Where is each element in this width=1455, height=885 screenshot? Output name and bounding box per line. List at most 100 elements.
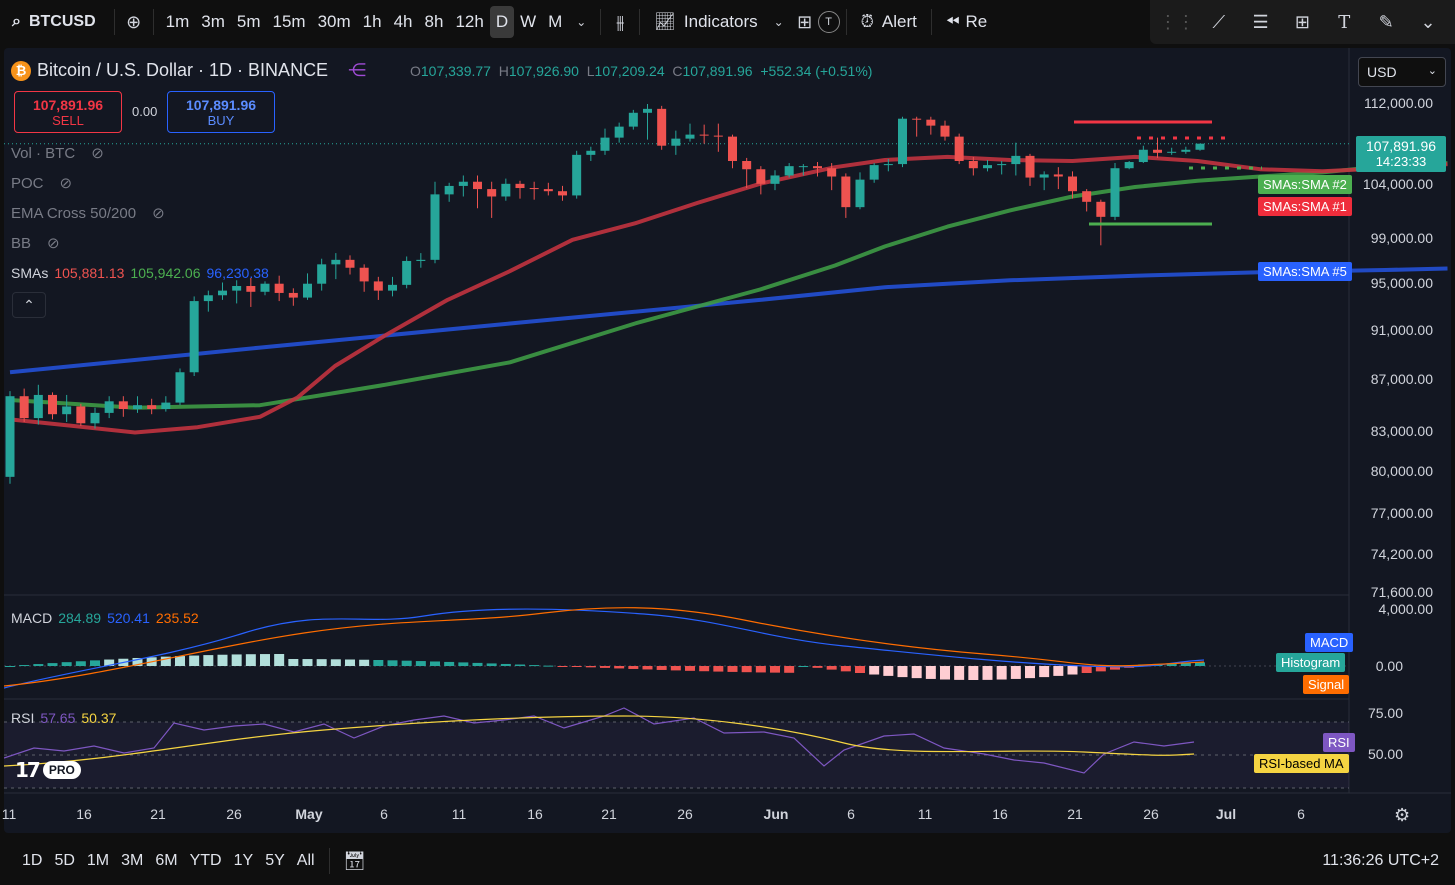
tradingview-logo[interactable]: 17 PRO <box>15 758 81 782</box>
settings-gear-icon[interactable]: ⚙ <box>1394 805 1410 826</box>
candle-body <box>558 191 567 196</box>
legend-smas[interactable]: SMAs 105,881.13 105,942.06 96,230.38 <box>11 265 269 281</box>
interval-5m[interactable]: 5m <box>231 6 267 38</box>
drag-handle-icon[interactable]: ⋮⋮ <box>1159 9 1195 35</box>
chevron-down-icon[interactable]: ⌄ <box>766 9 792 35</box>
interval-D[interactable]: D <box>489 6 515 38</box>
sma1-value: 105,881.13 <box>54 265 125 281</box>
legend-vol[interactable]: Vol · BTC ⊘ <box>11 144 104 163</box>
candle-body <box>997 164 1007 166</box>
chart-title[interactable]: Bitcoin / U.S. Dollar · 1D · BINANCE <box>37 60 328 81</box>
calendar-range-icon[interactable]: 📅︎ <box>342 848 368 874</box>
macd-hist-value: 284.89 <box>58 610 102 626</box>
candle-body <box>388 284 397 291</box>
indicators-button[interactable]: 📈︎ Indicators <box>646 6 765 38</box>
alert-button[interactable]: ⏰︎ Alert <box>853 6 925 38</box>
eye-off-icon[interactable]: ⊘ <box>47 234 60 252</box>
candle-body <box>1096 201 1106 217</box>
signal-tag: Signal <box>1303 675 1350 694</box>
interval-W[interactable]: W <box>514 6 542 38</box>
macd-hist-bar <box>387 660 398 666</box>
templates-button[interactable]: T <box>817 11 840 33</box>
time-axis-label: 6 <box>380 806 388 822</box>
time-axis-label: Jul <box>1215 806 1237 822</box>
legend-ema[interactable]: EMA Cross 50/200 ⊘ <box>11 204 165 223</box>
text-tool-icon[interactable]: T <box>1331 9 1357 35</box>
trend-lines-icon[interactable]: ⟋ <box>1206 9 1232 35</box>
legend-macd[interactable]: MACD 284.89 520.41 235.52 <box>11 610 199 626</box>
currency-select[interactable]: USD ⌄ <box>1358 57 1446 87</box>
macd-hist-bar <box>500 663 511 666</box>
divider <box>113 9 115 35</box>
layouts-icon[interactable]: ⊞ <box>792 9 818 35</box>
range-6m[interactable]: 6M <box>149 852 183 870</box>
collapse-legend-button[interactable]: ⌃ <box>12 292 46 318</box>
divider <box>328 848 330 874</box>
eye-off-icon[interactable]: ⊘ <box>91 144 104 162</box>
more-tools-icon[interactable]: ⌄ <box>1415 9 1441 35</box>
macd-hist-bar <box>1010 666 1021 679</box>
sma5-line <box>9 266 1448 375</box>
range-1m[interactable]: 1M <box>81 852 115 870</box>
interval-1h[interactable]: 1h <box>357 6 388 38</box>
brush-icon[interactable]: ✎ <box>1373 9 1399 35</box>
eye-off-icon[interactable]: ⊘ <box>152 204 165 222</box>
replay-button[interactable]: ⏪︎ Re <box>938 6 995 38</box>
macd-hist-bar <box>1081 666 1092 673</box>
time-axis-label: 26 <box>1143 806 1159 822</box>
macd-hist-bar <box>557 666 568 667</box>
macd-hist-bar <box>75 661 86 666</box>
time-axis-label: 26 <box>677 806 693 822</box>
interval-3m[interactable]: 3m <box>195 6 231 38</box>
price-axis-label: 71,600.00 <box>1370 584 1433 600</box>
range-all[interactable]: All <box>291 852 321 870</box>
macd-hist-bar <box>274 654 285 666</box>
range-1y[interactable]: 1Y <box>228 852 260 870</box>
macd-hist-bar <box>373 660 384 666</box>
macd-hist-bar <box>401 660 412 666</box>
interval-1m[interactable]: 1m <box>160 6 196 38</box>
interval-12h[interactable]: 12h <box>449 6 489 38</box>
chevron-down-icon[interactable]: ⌄ <box>568 9 594 35</box>
candle-body <box>643 108 652 113</box>
macd-hist-bar <box>260 654 270 666</box>
chart-canvas[interactable] <box>4 48 1451 833</box>
patterns-icon[interactable]: ⊞ <box>1289 9 1315 35</box>
range-5d[interactable]: 5D <box>48 852 80 870</box>
interval-30m[interactable]: 30m <box>312 6 357 38</box>
buy-button[interactable]: 107,891.96 BUY <box>167 91 275 133</box>
sell-button[interactable]: 107,891.96 SELL <box>14 91 122 133</box>
candle-body <box>345 259 355 268</box>
interval-15m[interactable]: 15m <box>267 6 312 38</box>
clock[interactable]: 11:36:26 UTC+2 <box>1322 852 1455 870</box>
interval-4h[interactable]: 4h <box>388 6 419 38</box>
share-icon[interactable]: ⋲ <box>348 60 366 81</box>
eye-off-icon[interactable]: ⊘ <box>60 174 73 192</box>
candle-body <box>189 301 199 373</box>
range-3m[interactable]: 3M <box>115 852 149 870</box>
legend-poc[interactable]: POC ⊘ <box>11 174 73 193</box>
low-value: 107,209.24 <box>594 63 665 79</box>
range-1d[interactable]: 1D <box>16 852 48 870</box>
candles-icon[interactable]: ⫵ <box>607 9 633 35</box>
interval-M[interactable]: M <box>542 6 568 38</box>
range-5y[interactable]: 5Y <box>259 852 291 870</box>
chart-panel[interactable] <box>4 48 1451 833</box>
divider <box>930 9 932 35</box>
macd-hist-bar <box>1025 666 1035 679</box>
macd-axis-zero: 0.00 <box>1375 658 1403 674</box>
candle-body <box>487 189 497 197</box>
fib-icon[interactable]: ☰ <box>1248 9 1274 35</box>
range-ytd[interactable]: YTD <box>184 852 228 870</box>
symbol-search[interactable]: ⌕ BTCUSD <box>0 13 108 31</box>
macd-hist-bar <box>982 666 993 680</box>
add-symbol-icon[interactable]: ⊕ <box>121 9 147 35</box>
legend-rsi[interactable]: RSI 57.65 50.37 <box>11 710 116 726</box>
legend-bb[interactable]: BB ⊘ <box>11 234 60 253</box>
candle-body <box>883 164 893 166</box>
candle-body <box>331 259 341 265</box>
time-axis-label: 11 <box>917 806 933 822</box>
interval-8h[interactable]: 8h <box>419 6 450 38</box>
price-axis-label: 104,000.00 <box>1362 176 1433 192</box>
candle-body <box>90 412 100 424</box>
